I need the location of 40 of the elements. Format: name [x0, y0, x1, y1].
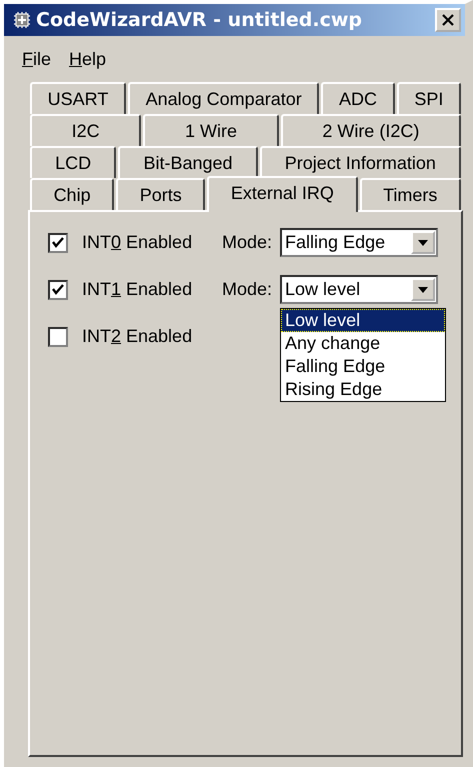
- tab[interactable]: 1 Wire: [143, 114, 279, 146]
- dropdown-option[interactable]: Rising Edge: [281, 378, 446, 401]
- dropdown-option[interactable]: Any change: [281, 332, 446, 355]
- tab[interactable]: Analog Comparator: [128, 82, 320, 114]
- menu-item[interactable]: File: [22, 48, 52, 70]
- caret-icon: [418, 286, 428, 292]
- menu-item[interactable]: Help: [69, 48, 106, 70]
- caret-icon: [418, 240, 428, 246]
- window-title: CodeWizardAVR - untitled.cwp: [36, 9, 364, 31]
- tab[interactable]: USART: [30, 82, 126, 114]
- chip-icon: [12, 10, 32, 30]
- checkbox-label: INT0 Enabled: [82, 232, 194, 253]
- mode-label: Mode:: [222, 279, 272, 300]
- close-button[interactable]: [435, 8, 461, 32]
- close-icon: [442, 14, 454, 26]
- tab[interactable]: SPI: [396, 82, 461, 114]
- checkmark-icon: [51, 282, 65, 296]
- tab[interactable]: LCD: [30, 146, 116, 178]
- checkbox[interactable]: [48, 232, 68, 252]
- tab[interactable]: I2C: [30, 114, 142, 146]
- tab[interactable]: External IRQ: [207, 176, 358, 212]
- dropdown-value: Falling Edge: [284, 232, 386, 253]
- dropdown-option[interactable]: Low level: [281, 309, 446, 332]
- dropdown-button[interactable]: [411, 278, 436, 301]
- checkbox-label: INT1 Enabled: [82, 279, 194, 300]
- tab[interactable]: Chip: [30, 178, 114, 210]
- dropdown-value: Low level: [284, 279, 362, 300]
- checkbox[interactable]: [48, 326, 68, 346]
- dropdown-option[interactable]: Falling Edge: [281, 355, 446, 378]
- mode-dropdown[interactable]: Falling Edge: [280, 228, 438, 257]
- mode-label: Mode:: [222, 232, 272, 253]
- checkbox-label: INT2 Enabled: [82, 326, 194, 347]
- checkbox[interactable]: [48, 280, 68, 300]
- tab[interactable]: Timers: [360, 178, 461, 210]
- tab[interactable]: Ports: [116, 178, 206, 210]
- mode-dropdown[interactable]: Low level: [280, 275, 438, 304]
- tab[interactable]: 2 Wire (I2C): [280, 114, 461, 146]
- tab[interactable]: ADC: [321, 82, 395, 114]
- checkmark-icon: [51, 236, 65, 250]
- dropdown-button[interactable]: [411, 231, 436, 254]
